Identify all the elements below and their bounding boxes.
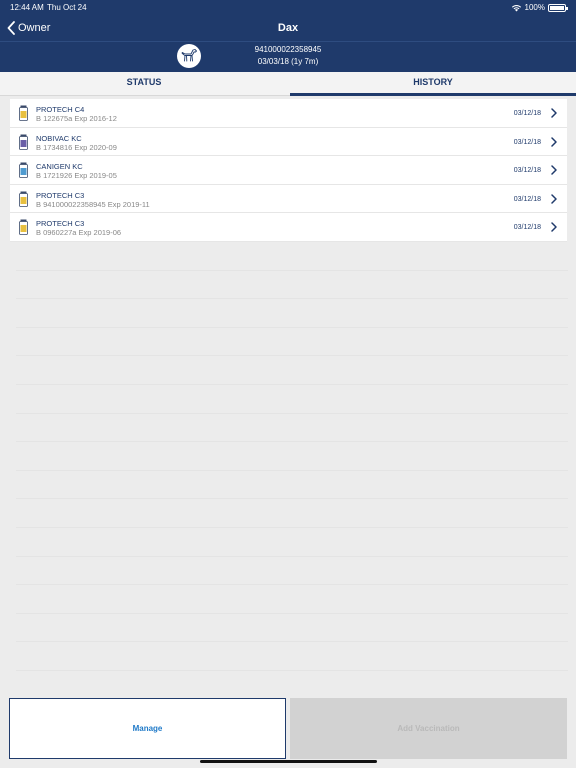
separator-line xyxy=(16,499,568,528)
vaccine-batch: B 0960227a Exp 2019-06 xyxy=(36,228,122,238)
list-item[interactable]: NOBIVAC KC B 1734816 Exp 2020-09 03/12/1… xyxy=(10,128,567,157)
chevron-right-icon xyxy=(551,165,557,175)
vaccination-history-list: PROTECH C4 B 122675a Exp 2016-12 03/12/1… xyxy=(10,99,567,242)
separator-line xyxy=(16,299,568,328)
wifi-icon xyxy=(511,4,521,12)
add-vaccination-button[interactable]: Add Vaccination xyxy=(290,698,567,759)
vaccine-date: 03/12/18 xyxy=(513,167,541,175)
list-item[interactable]: CANIGEN KC B 1721926 Exp 2019-05 03/12/1… xyxy=(10,156,567,185)
vaccine-vial-icon xyxy=(19,191,28,207)
battery-percent: 100% xyxy=(524,3,545,12)
tab-history[interactable]: HISTORY xyxy=(290,72,576,96)
vaccine-name: PROTECH C3 xyxy=(36,219,85,229)
chevron-right-icon xyxy=(551,108,557,118)
nav-divider xyxy=(0,41,576,42)
separator-line xyxy=(16,271,568,300)
navigation-bar: 12:44 AM Thu Oct 24 100% Owner Dax 94100… xyxy=(0,0,576,72)
vaccine-batch: B 1721926 Exp 2019-05 xyxy=(36,171,117,181)
vaccine-vial-icon xyxy=(19,134,28,150)
status-date: Thu Oct 24 xyxy=(47,3,87,12)
vaccine-batch: B 1734816 Exp 2020-09 xyxy=(36,142,117,152)
vaccine-name: CANIGEN KC xyxy=(36,162,83,172)
vaccine-date: 03/12/18 xyxy=(513,195,541,203)
tab-active-indicator xyxy=(290,93,576,96)
home-indicator xyxy=(200,760,377,763)
manage-button[interactable]: Manage xyxy=(9,698,286,759)
vaccine-date: 03/12/18 xyxy=(513,138,541,146)
chevron-right-icon xyxy=(551,194,557,204)
pet-chip-number: 941000022358945 xyxy=(254,45,322,54)
list-item[interactable]: PROTECH C3 B 0960227a Exp 2019-06 03/12/… xyxy=(10,213,567,242)
vaccine-date: 03/12/18 xyxy=(513,224,541,232)
separator-line xyxy=(16,528,568,557)
chevron-right-icon xyxy=(551,222,557,233)
separator-line xyxy=(16,585,568,614)
tab-bar: STATUS HISTORY xyxy=(0,72,576,96)
separator-line xyxy=(16,557,568,586)
vaccine-batch: B 122675a Exp 2016-12 xyxy=(36,114,117,123)
empty-list-separators xyxy=(16,242,568,692)
vaccine-vial-icon xyxy=(19,162,28,179)
vaccine-name: PROTECH C3 xyxy=(36,190,85,200)
separator-line xyxy=(16,642,568,671)
status-bar: 12:44 AM Thu Oct 24 100% xyxy=(0,0,576,14)
separator-line xyxy=(16,471,568,500)
vaccine-name: NOBIVAC KC xyxy=(36,133,82,143)
page-title: Dax xyxy=(277,22,299,34)
list-item[interactable]: PROTECH C4 B 122675a Exp 2016-12 03/12/1… xyxy=(10,99,567,128)
vaccine-vial-icon xyxy=(19,105,28,121)
battery-icon xyxy=(548,3,568,12)
vaccine-vial-icon xyxy=(19,219,28,236)
chevron-right-icon xyxy=(551,136,557,147)
vaccine-name: PROTECH C4 xyxy=(36,105,85,114)
separator-line xyxy=(16,356,568,385)
separator-line xyxy=(16,328,568,357)
separator-line xyxy=(16,242,568,271)
pet-dob: 03/03/18 (1y 7m) xyxy=(257,57,319,66)
separator-line xyxy=(16,414,568,443)
separator-line xyxy=(16,614,568,643)
tab-history-label: HISTORY xyxy=(413,77,453,87)
separator-line xyxy=(16,442,568,471)
list-item[interactable]: PROTECH C3 B 941000022358945 Exp 2019-11… xyxy=(10,185,567,214)
vaccine-date: 03/12/18 xyxy=(513,110,541,117)
status-time: 12:44 AM xyxy=(10,3,44,12)
tab-status[interactable]: STATUS xyxy=(0,72,288,96)
vaccine-batch: B 941000022358945 Exp 2019-11 xyxy=(36,199,150,209)
separator-line xyxy=(16,385,568,414)
status-right: 100% xyxy=(511,3,568,12)
